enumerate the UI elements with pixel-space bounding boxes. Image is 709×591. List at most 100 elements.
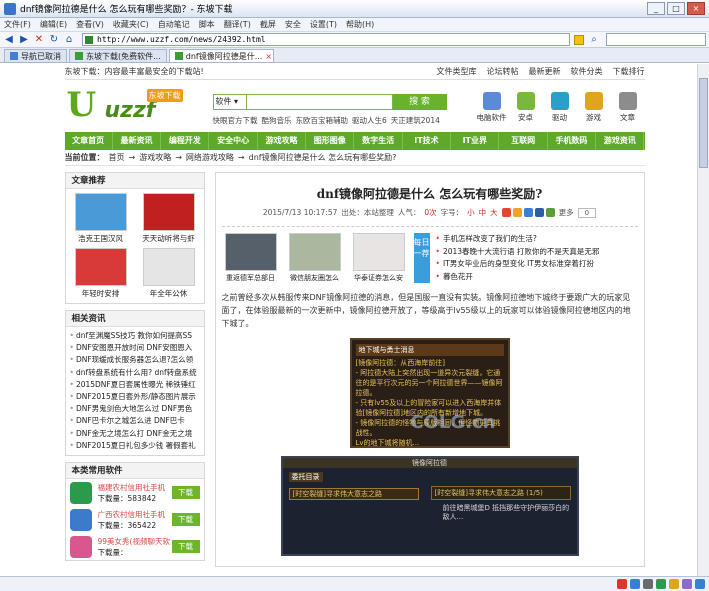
hot-keyword[interactable]: 酷狗音乐 [262,116,292,125]
nav-item[interactable]: 最新资讯 [113,132,162,150]
promo-link[interactable]: 暮色花开 [436,271,638,284]
site-search-input[interactable] [246,94,393,110]
news-list-item[interactable]: DNF巴卡尔之城怎么进 DNF巴卡 [70,415,200,427]
tab-close-icon[interactable]: × [262,52,272,61]
close-button[interactable]: × [687,2,705,15]
news-list-item[interactable]: 2015DNF夏日套属性曝光 稀铁锤红 [70,379,200,391]
font-small-link[interactable]: 小 [467,207,475,218]
recommend-item[interactable]: 年轻时安排 [68,248,134,299]
promo-link[interactable]: 2013春晚十大流行语 打败你的不是天真是无邪 [436,246,638,259]
share-renren-icon[interactable] [534,208,544,217]
menu-item[interactable]: 设置(T) [310,19,337,30]
recommend-item[interactable]: 天天动听将与虾 [136,193,202,244]
software-name[interactable]: 99美女秀(视频聊天软 [98,536,172,547]
nav-item[interactable]: 图形图像 [306,132,355,150]
breadcrumb-link[interactable]: 游戏攻略 [139,153,171,162]
menu-item[interactable]: 脚本 [199,19,215,30]
share-weibo-icon[interactable] [501,208,511,217]
nav-item[interactable]: IT技术 [403,132,452,150]
scrollbar-thumb[interactable] [699,78,708,168]
download-button[interactable]: 下载 [171,540,200,554]
maximize-button[interactable]: □ [667,2,685,15]
minimize-button[interactable]: _ [647,2,665,15]
promo-link[interactable]: 手机怎样改变了我们的生活? [436,233,638,246]
site-logo[interactable]: U uzzf 东坡下载 [67,86,197,126]
url-input[interactable] [97,35,569,44]
status-icon-3[interactable] [643,579,653,589]
promo-item[interactable]: 微信朋友圈怎么 [286,233,344,283]
header-icon-link[interactable]: 驱动 [543,92,577,123]
download-button[interactable]: 下载 [171,513,200,527]
nav-item[interactable]: 游戏攻略 [258,132,307,150]
news-list-item[interactable]: DNF金无之境怎么打 DNF金无之境 [70,428,200,440]
breadcrumb-link[interactable]: dnf镜像阿拉德是什么 怎么玩有哪些奖励? [249,153,397,162]
top-link[interactable]: 文件类型库 [437,67,477,76]
menu-item[interactable]: 查看(V) [76,19,104,30]
nav-item[interactable]: 安全中心 [209,132,258,150]
news-list-item[interactable]: DNF现缓成长服务器怎么退?怎么领 [70,354,200,366]
tab-nav-cancelled[interactable]: 导航已取消 [4,49,67,62]
news-list-item[interactable]: DNF2015夏日礼包多少钱 署假套礼 [70,440,200,452]
search-engine-icon[interactable]: ⌕ [588,34,600,46]
go-icon[interactable] [574,34,584,45]
news-list-item[interactable]: DNF男鬼剑色大地怎么过 DNF男色 [70,403,200,415]
recommend-item[interactable]: 浩克王国汉风 [68,193,134,244]
address-field[interactable] [82,33,570,46]
font-mid-link[interactable]: 中 [479,207,487,218]
download-button[interactable]: 下载 [171,486,200,500]
menu-item[interactable]: 编辑(E) [40,19,67,30]
home-icon[interactable]: ⌂ [63,34,75,46]
status-icon-7[interactable] [695,579,705,589]
breadcrumb-link[interactable]: 首页 [109,153,125,162]
nav-item[interactable]: 文章首页 [65,132,113,150]
tab-uzzf-home[interactable]: 东坡下载(免费软件... [69,49,167,62]
hot-keyword[interactable]: 快眼官方下载 [213,116,258,125]
stop-icon[interactable]: ✕ [33,34,45,46]
news-list-item[interactable]: DNF2015夏日套外形/静态图片展示 [70,391,200,403]
nav-item[interactable]: 游戏资讯 [596,132,645,150]
header-icon-link[interactable]: 游戏 [577,92,611,123]
nav-item[interactable]: 手机数码 [548,132,597,150]
menu-item[interactable]: 收藏夹(C) [113,19,149,30]
hot-keyword[interactable]: 驱动人生6 [352,116,387,125]
nav-item[interactable]: 编程开发 [161,132,210,150]
top-link[interactable]: 软件分类 [571,67,603,76]
header-icon-link[interactable]: 电脑软件 [475,92,509,123]
menu-item[interactable]: 自动笔记 [158,19,190,30]
news-list-item[interactable]: DNF安图恩开放时间 DNF安图恩入 [70,342,200,354]
share-qzone-icon[interactable] [512,208,522,217]
share-more-link[interactable]: 更多 [559,207,574,218]
status-icon-6[interactable] [682,579,692,589]
hot-keyword[interactable]: 东欧百宝箱辅助 [296,116,349,125]
share-douban-icon[interactable] [545,208,555,217]
software-name[interactable]: 广西农村信用社手机 [98,509,172,520]
toolbar-search-input[interactable] [606,33,706,46]
promo-item[interactable]: 华泰证券怎么安 [350,233,408,283]
nav-item[interactable]: 互联网 [499,132,548,150]
promo-item[interactable]: 重返德军总部日 [222,233,280,283]
news-list-item[interactable]: dnf至渊魔SS技巧 教你如何提高SS [70,330,200,342]
promo-link[interactable]: IT男女毕业后的身型变化 IT男女标准穿着打扮 [436,258,638,271]
software-name[interactable]: 福建农村信用社手机 [98,482,172,493]
top-link[interactable]: 下载排行 [613,67,645,76]
tab-article[interactable]: dnf镜像阿拉德是什... × [168,49,274,62]
nav-item[interactable]: IT业界 [451,132,500,150]
status-icon-2[interactable] [630,579,640,589]
menu-item[interactable]: 安全 [285,19,301,30]
vertical-scrollbar[interactable] [697,64,709,576]
status-icon-4[interactable] [656,579,666,589]
status-icon-5[interactable] [669,579,679,589]
top-link[interactable]: 论坛转帖 [487,67,519,76]
back-icon[interactable]: ◀ [3,34,15,46]
share-tqq-icon[interactable] [523,208,533,217]
refresh-icon[interactable]: ↻ [48,34,60,46]
header-icon-link[interactable]: 安卓 [509,92,543,123]
font-big-link[interactable]: 大 [490,207,498,218]
forward-icon[interactable]: ▶ [18,34,30,46]
recommend-item[interactable]: 年全年公休 [136,248,202,299]
menu-item[interactable]: 帮助(H) [346,19,374,30]
status-icon-1[interactable] [617,579,627,589]
top-link[interactable]: 最新更新 [529,67,561,76]
site-search-button[interactable]: 搜 索 [392,94,447,110]
menu-item[interactable]: 翻译(T) [224,19,251,30]
